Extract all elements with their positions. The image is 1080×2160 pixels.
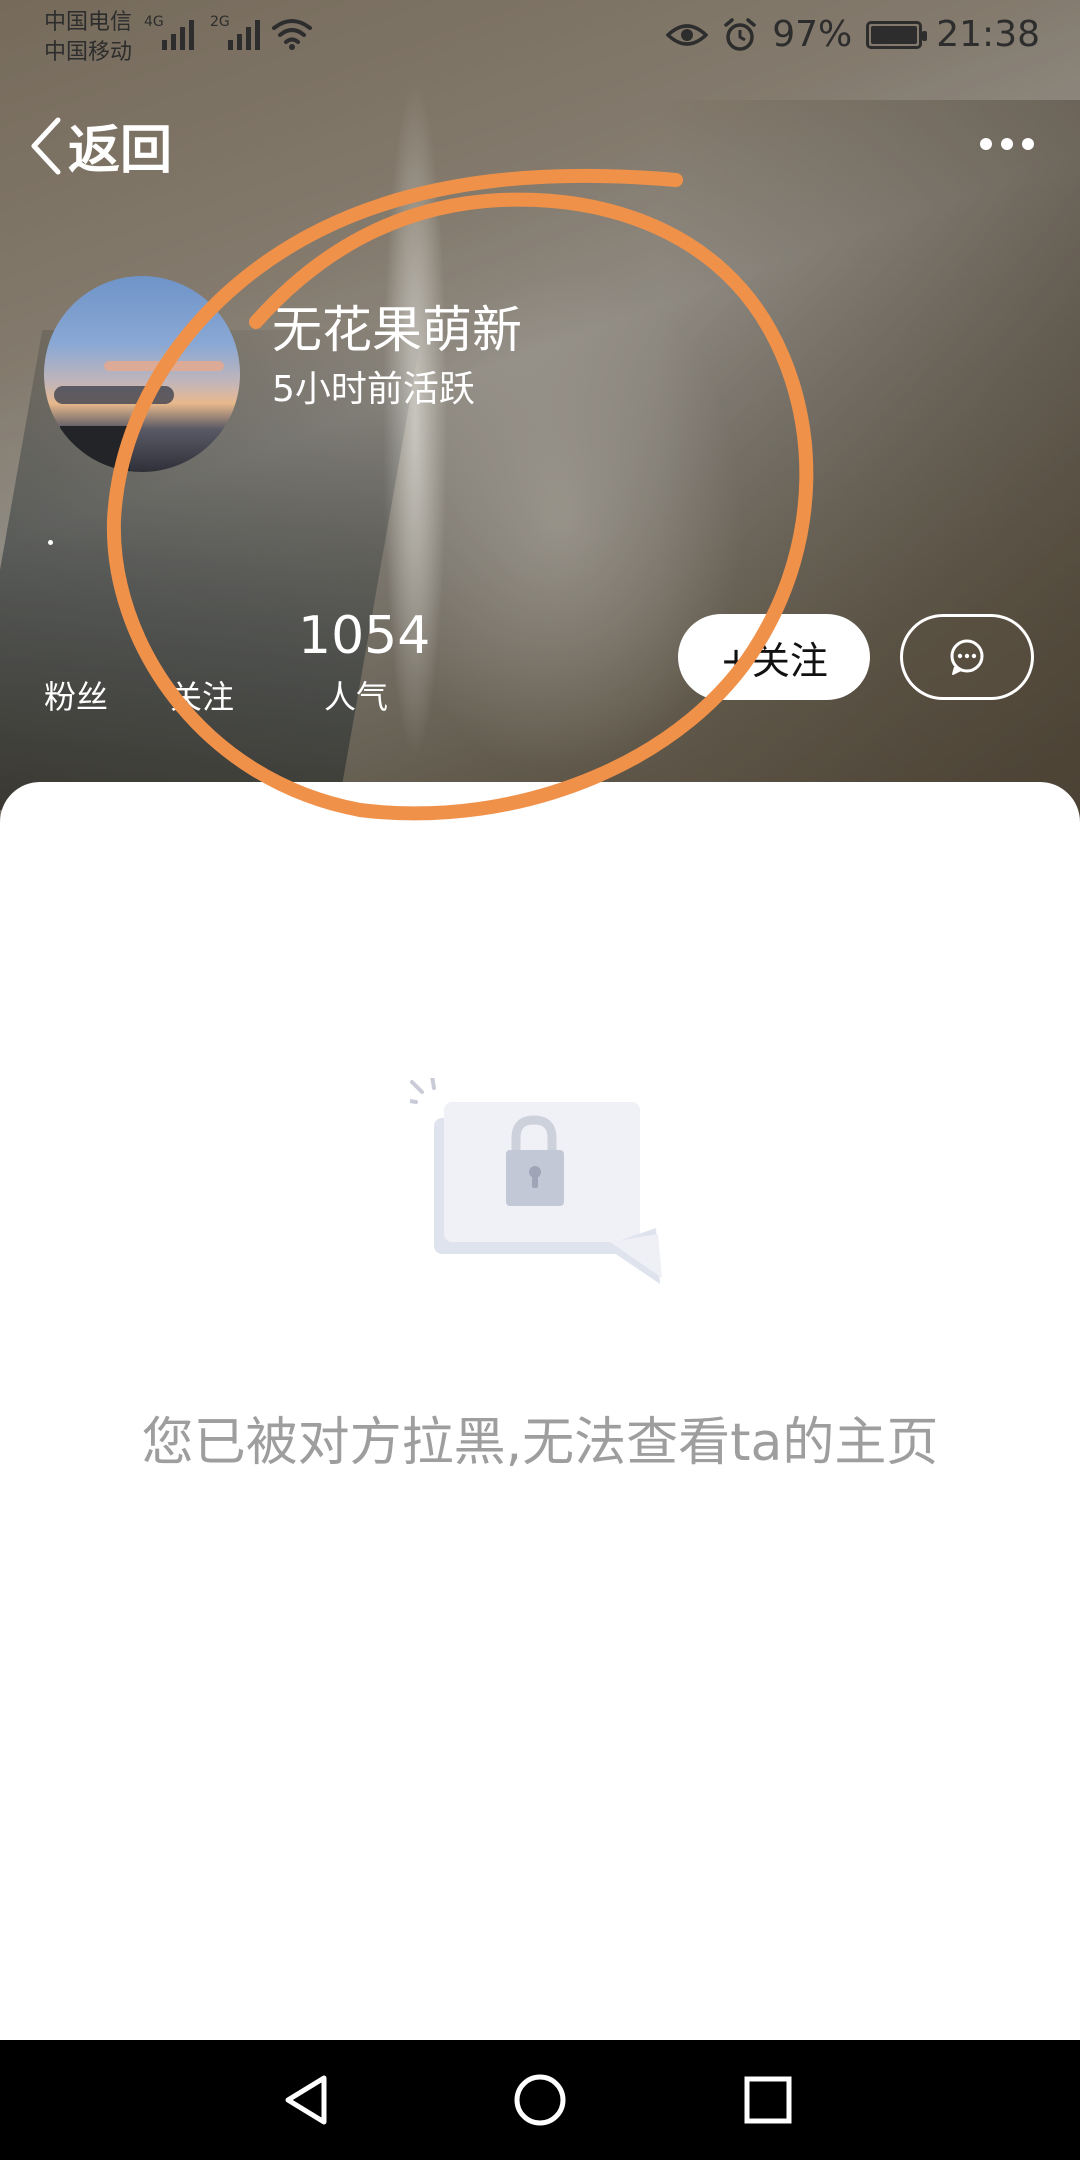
wifi-icon — [272, 19, 312, 50]
network-type-2: 2G — [210, 14, 230, 30]
profile-screen: 中国电信 中国移动 4G 2G 97% 21:38 返回 无花果萌新 5小时前活… — [0, 0, 1080, 2160]
status-bar: 中国电信 中国移动 4G 2G 97% 21:38 — [0, 0, 1080, 80]
recents-square-icon[interactable] — [732, 2064, 804, 2136]
back-label: 返回 — [68, 121, 173, 181]
network-type-1: 4G — [144, 14, 164, 30]
popularity-label: 人气 — [324, 678, 389, 716]
alarm-icon — [724, 17, 756, 51]
battery-icon — [866, 20, 928, 49]
avatar[interactable] — [44, 276, 240, 472]
following-stat[interactable]: 关注 — [170, 672, 234, 718]
username: 无花果萌新 — [272, 301, 522, 359]
message-button[interactable] — [900, 614, 1034, 700]
back-button[interactable]: 返回 — [28, 108, 172, 183]
home-circle-icon[interactable] — [504, 2064, 576, 2136]
signal-icon — [162, 18, 194, 50]
fans-stat[interactable]: 粉丝 — [44, 672, 108, 718]
status-right-group: 97% 21:38 — [666, 14, 1040, 55]
follow-button[interactable]: +关注 — [678, 614, 870, 700]
lock-icon — [410, 1078, 662, 1284]
back-triangle-icon[interactable] — [270, 2064, 342, 2136]
chat-bubble-icon — [950, 639, 984, 675]
last-active-text: 5小时前活跃 — [272, 369, 475, 410]
blocked-message: 您已被对方拉黑,无法查看ta的主页 — [141, 1413, 939, 1473]
signal-icon-2 — [228, 18, 260, 50]
system-nav-bar — [0, 2040, 1080, 2160]
more-dots-icon[interactable] — [980, 138, 1034, 150]
carrier-1: 中国电信 — [44, 10, 133, 35]
carrier-2: 中国移动 — [44, 40, 133, 65]
clock: 21:38 — [936, 14, 1040, 55]
bio-dot — [48, 540, 53, 545]
chevron-left-icon — [31, 117, 61, 174]
popularity-value: 1054 — [298, 606, 431, 666]
carrier-names: 中国电信 中国移动 — [44, 8, 132, 68]
eye-icon — [666, 23, 709, 46]
battery-percent: 97% — [772, 14, 853, 55]
